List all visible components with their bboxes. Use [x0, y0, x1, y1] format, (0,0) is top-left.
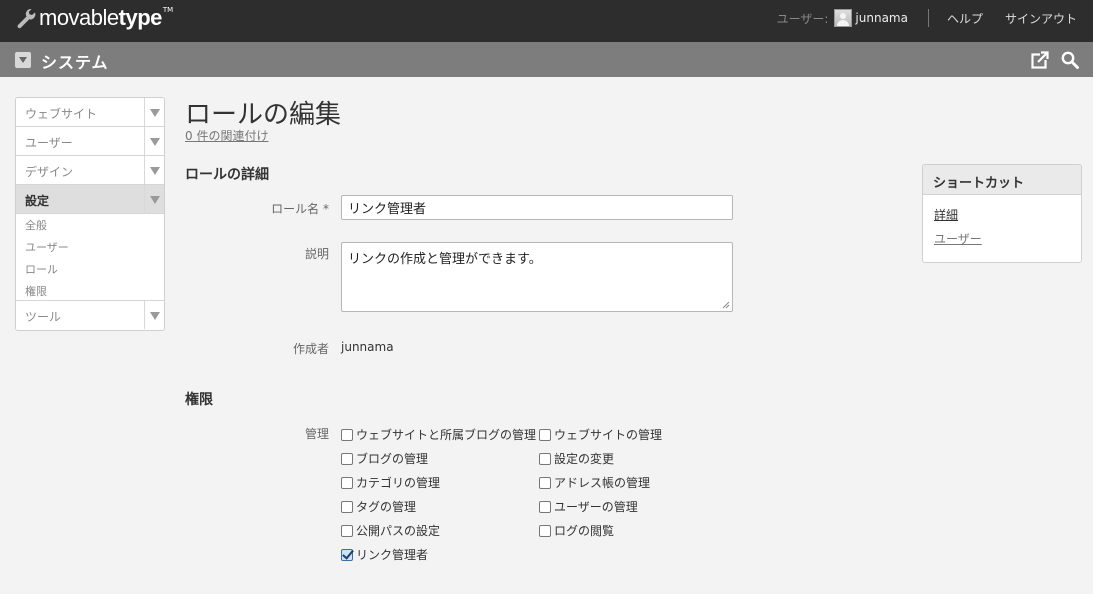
chevron-down-icon[interactable]: [144, 98, 164, 126]
permission-label: ウェブサイトの管理: [554, 428, 663, 442]
sidebar-item-label: デザイン: [25, 165, 74, 179]
checkbox[interactable]: [341, 524, 353, 537]
signout-link[interactable]: サインアウト: [1005, 10, 1077, 27]
view-site-icon[interactable]: [1031, 51, 1049, 73]
permission-manage-categories[interactable]: カテゴリの管理: [341, 474, 440, 491]
sidebar-item-label: ウェブサイト: [25, 107, 98, 121]
search-icon[interactable]: [1061, 51, 1079, 73]
permission-group-label: 管理: [304, 427, 329, 441]
submenu-item-general[interactable]: 全般: [16, 216, 164, 238]
movabletype-logo[interactable]: movabletype TM: [16, 5, 173, 31]
checkbox[interactable]: [539, 476, 551, 489]
permission-manage-tags[interactable]: タグの管理: [341, 498, 416, 515]
associations-link[interactable]: 0 件の関連付け: [185, 127, 268, 144]
sidebar-menu: ウェブサイト ユーザー デザイン 設定 全般 ユーザー ロール 権限 ツール: [15, 97, 165, 331]
system-title: システム: [41, 53, 109, 72]
permission-label: ユーザーの管理: [554, 500, 638, 514]
checkbox[interactable]: [341, 428, 353, 441]
permission-set-publish-paths[interactable]: 公開パスの設定: [341, 522, 440, 539]
role-name-label: ロール名 *: [271, 202, 329, 216]
sidebar-item-label: ツール: [25, 310, 62, 324]
sidebar-item-design[interactable]: デザイン: [16, 156, 164, 185]
checkbox-checked[interactable]: [341, 548, 353, 561]
permission-manage-website[interactable]: ウェブサイトの管理: [539, 426, 662, 443]
permission-label: ウェブサイトと所属ブログの管理: [356, 428, 537, 442]
sidebar-item-label: ユーザー: [25, 136, 73, 150]
sidebar-item-tools[interactable]: ツール: [16, 301, 164, 330]
checkbox[interactable]: [539, 452, 551, 465]
submenu-item-roles[interactable]: ロール: [16, 260, 164, 282]
checkbox[interactable]: [539, 500, 551, 513]
chevron-down-icon[interactable]: [144, 301, 164, 329]
sidebar-item-settings[interactable]: 設定: [16, 185, 164, 214]
resize-grip-icon[interactable]: [722, 301, 730, 309]
checkbox[interactable]: [539, 524, 551, 537]
sidebar-item-label: 設定: [25, 194, 50, 208]
permission-manage-website-with-blogs[interactable]: ウェブサイトと所属ブログの管理: [341, 426, 536, 443]
permission-label: 公開パスの設定: [356, 524, 441, 538]
permission-manage-users[interactable]: ユーザーの管理: [539, 498, 638, 515]
description-text: リンクの作成と管理ができます。: [348, 252, 542, 267]
checkbox[interactable]: [341, 452, 353, 465]
scope-dropdown-toggle-icon[interactable]: [15, 52, 31, 68]
system-bar: システム: [0, 42, 1093, 77]
permission-label: ログの閲覧: [554, 524, 615, 538]
permission-label: カテゴリの管理: [356, 476, 441, 490]
permission-label: タグの管理: [356, 500, 417, 514]
description-label: 説明: [304, 247, 329, 261]
role-name-input[interactable]: [341, 195, 733, 220]
trademark-mark: TM: [162, 6, 174, 14]
top-right-menu: ユーザー: junnama ヘルプ サインアウト: [777, 0, 1077, 36]
permission-label: 設定の変更: [554, 452, 615, 466]
top-bar: movabletype TM ユーザー: junnama ヘルプ サインアウト: [0, 0, 1093, 42]
creator-label: 作成者: [292, 342, 329, 356]
chevron-down-icon[interactable]: [144, 156, 164, 184]
wrench-icon: [17, 9, 36, 29]
sidebar-item-users[interactable]: ユーザー: [16, 127, 164, 156]
user-label: ユーザー:: [776, 11, 829, 26]
permission-label: リンク管理者: [356, 548, 429, 562]
shortcut-title: ショートカット: [923, 165, 1081, 195]
checkbox[interactable]: [539, 428, 551, 441]
permission-label: アドレス帳の管理: [554, 476, 651, 490]
role-details-heading: ロールの詳細: [185, 167, 269, 183]
page-title: ロールの編集: [185, 100, 342, 130]
description-textarea[interactable]: リンクの作成と管理ができます。: [341, 242, 733, 312]
permission-link-manager[interactable]: リンク管理者: [341, 546, 428, 563]
settings-submenu: 全般 ユーザー ロール 権限: [16, 214, 164, 301]
help-link[interactable]: ヘルプ: [947, 10, 983, 27]
permission-label: ブログの管理: [356, 452, 429, 466]
sidebar-item-website[interactable]: ウェブサイト: [16, 98, 164, 127]
permissions-heading: 権限: [185, 392, 213, 408]
submenu-item-users[interactable]: ユーザー: [16, 238, 164, 260]
shortcut-link-details[interactable]: 詳細: [934, 206, 958, 223]
permission-view-log[interactable]: ログの閲覧: [539, 522, 614, 539]
user-avatar-icon[interactable]: [834, 9, 853, 27]
chevron-down-icon[interactable]: [144, 127, 164, 155]
username-link[interactable]: junnama: [855, 11, 908, 25]
shortcut-link-users[interactable]: ユーザー: [934, 230, 982, 247]
chevron-down-icon[interactable]: [144, 185, 164, 213]
creator-value: junnama: [341, 340, 394, 354]
header-divider: [927, 9, 929, 27]
shortcut-widget: ショートカット 詳細 ユーザー: [922, 164, 1082, 263]
permission-manage-address-book[interactable]: アドレス帳の管理: [539, 474, 650, 491]
permission-manage-blog[interactable]: ブログの管理: [341, 450, 428, 467]
checkbox[interactable]: [341, 476, 353, 489]
checkbox[interactable]: [341, 500, 353, 513]
permission-edit-config[interactable]: 設定の変更: [539, 450, 614, 467]
